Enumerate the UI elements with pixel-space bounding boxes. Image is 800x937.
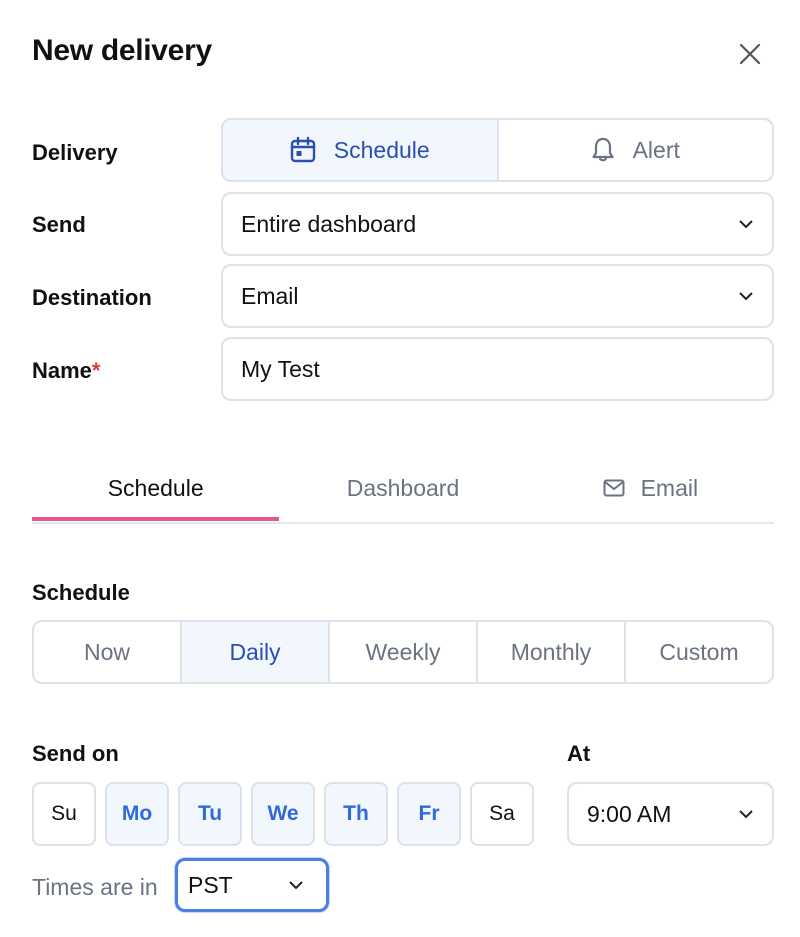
name-input[interactable]: My Test bbox=[221, 337, 774, 401]
calendar-icon bbox=[290, 136, 315, 163]
day-wednesday[interactable]: We bbox=[251, 782, 315, 846]
timezone-select[interactable]: PST bbox=[175, 858, 329, 912]
tab-dashboard-label: Dashboard bbox=[346, 474, 460, 501]
delivery-schedule-label: Schedule bbox=[333, 136, 430, 163]
destination-select-value: Email bbox=[241, 282, 299, 309]
send-on-label: Send on bbox=[32, 741, 119, 766]
destination-label: Destination bbox=[32, 285, 152, 310]
name-label-text: Name bbox=[32, 358, 92, 383]
tab-email-label: Email bbox=[640, 474, 699, 501]
day-sunday[interactable]: Su bbox=[32, 782, 96, 846]
frequency-weekly[interactable]: Weekly bbox=[328, 622, 476, 682]
tab-email[interactable]: Email bbox=[527, 458, 774, 518]
frequency-monthly[interactable]: Monthly bbox=[476, 622, 624, 682]
time-select-value: 9:00 AM bbox=[587, 800, 672, 827]
delivery-alert-label: Alert bbox=[632, 136, 680, 163]
mail-icon bbox=[603, 479, 625, 497]
frequency-now[interactable]: Now bbox=[34, 622, 180, 682]
name-input-value: My Test bbox=[241, 355, 320, 382]
dialog-title: New delivery bbox=[32, 34, 212, 67]
chevron-down-icon bbox=[739, 810, 753, 819]
at-label: At bbox=[567, 741, 591, 766]
schedule-frequency-toggle: Now Daily Weekly Monthly Custom bbox=[32, 620, 774, 684]
timezone-select-value: PST bbox=[188, 871, 233, 898]
send-label: Send bbox=[32, 212, 86, 237]
chevron-down-icon bbox=[739, 292, 753, 301]
tab-schedule-label: Schedule bbox=[107, 474, 204, 501]
frequency-custom[interactable]: Custom bbox=[624, 622, 772, 682]
tab-schedule[interactable]: Schedule bbox=[32, 458, 280, 521]
tab-dashboard[interactable]: Dashboard bbox=[279, 458, 526, 518]
delivery-label: Delivery bbox=[32, 140, 118, 165]
timezone-label: Times are in bbox=[32, 874, 158, 900]
chevron-down-icon bbox=[289, 881, 303, 890]
day-friday[interactable]: Fr bbox=[397, 782, 461, 846]
section-tabs: Schedule Dashboard Email bbox=[32, 458, 774, 524]
day-monday[interactable]: Mo bbox=[105, 782, 169, 846]
schedule-label: Schedule bbox=[32, 580, 130, 605]
destination-select[interactable]: Email bbox=[221, 264, 774, 328]
close-icon[interactable] bbox=[736, 40, 764, 68]
day-picker: Su Mo Tu We Th Fr Sa bbox=[32, 782, 534, 846]
delivery-type-toggle: Schedule Alert bbox=[221, 118, 774, 182]
frequency-daily[interactable]: Daily bbox=[180, 622, 328, 682]
day-tuesday[interactable]: Tu bbox=[178, 782, 242, 846]
send-select[interactable]: Entire dashboard bbox=[221, 192, 774, 256]
send-select-value: Entire dashboard bbox=[241, 210, 417, 237]
bell-icon bbox=[591, 137, 614, 162]
name-label: Name* bbox=[32, 358, 100, 384]
day-thursday[interactable]: Th bbox=[324, 782, 388, 846]
chevron-down-icon bbox=[739, 220, 753, 229]
required-marker: * bbox=[91, 358, 101, 383]
day-saturday[interactable]: Sa bbox=[470, 782, 534, 846]
time-select[interactable]: 9:00 AM bbox=[567, 782, 774, 846]
delivery-alert-option[interactable]: Alert bbox=[496, 120, 773, 180]
delivery-schedule-option[interactable]: Schedule bbox=[223, 120, 497, 180]
